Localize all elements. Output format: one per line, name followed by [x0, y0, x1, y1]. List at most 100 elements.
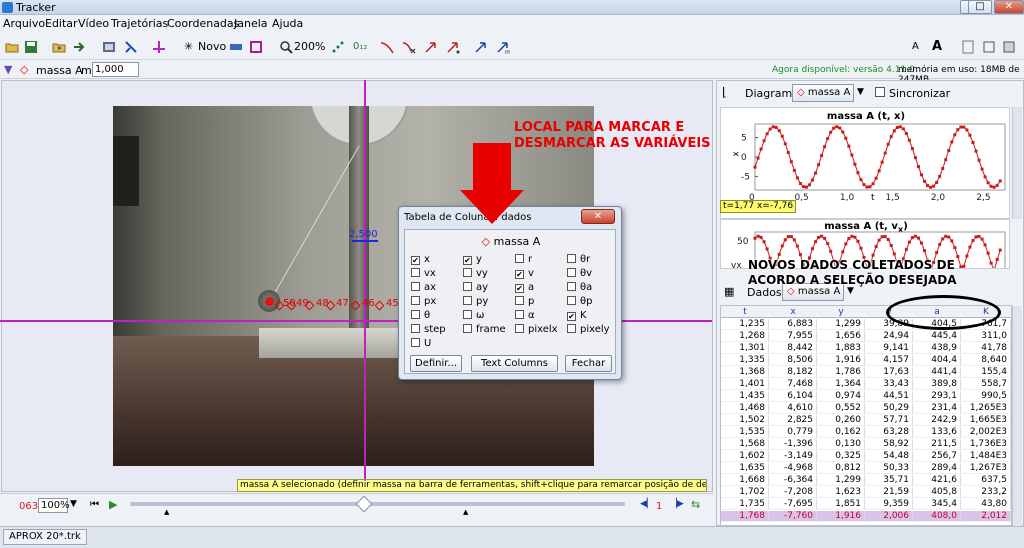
autotracker-icon[interactable]: [249, 40, 263, 54]
checkbox-pixelx[interactable]: pixelx: [515, 324, 558, 336]
table-cell[interactable]: 1,883: [817, 343, 865, 354]
table-cell[interactable]: 1,916: [817, 511, 865, 522]
table-cell[interactable]: 1,368: [721, 367, 769, 378]
table-cell[interactable]: -6,364: [769, 475, 817, 486]
table-cell[interactable]: 441,4: [913, 367, 961, 378]
table-row[interactable]: 1,668 -6,364 1,299 35,71 421,6 637,5: [721, 475, 1011, 486]
table-cell[interactable]: -3,149: [769, 451, 817, 462]
check-icon[interactable]: ✔: [515, 270, 524, 279]
table-cell[interactable]: 558,7: [961, 379, 1011, 390]
table-row[interactable]: 1,335 8,506 1,916 4,157 404,4 8,640: [721, 355, 1011, 366]
path-icon[interactable]: [380, 40, 394, 54]
table-cell[interactable]: 1,656: [817, 331, 865, 342]
sync-label[interactable]: Sincronizar: [889, 87, 950, 100]
checkbox-vx[interactable]: vx: [411, 268, 436, 280]
refresh-icon[interactable]: [982, 40, 996, 54]
column-header[interactable]: x: [769, 306, 817, 318]
table-cell[interactable]: 24,94: [865, 331, 913, 342]
maximize-button[interactable]: □: [968, 0, 992, 14]
table-cell[interactable]: 8,182: [769, 367, 817, 378]
calibration-tools-icon[interactable]: [124, 40, 138, 54]
table-cell[interactable]: 1,535: [721, 427, 769, 438]
checkbox-pixely[interactable]: pixely: [567, 324, 610, 336]
table-cell[interactable]: 50,33: [865, 463, 913, 474]
table-cell[interactable]: 4,610: [769, 403, 817, 414]
velocity-vector-icon[interactable]: [424, 40, 438, 54]
table-cell[interactable]: 1,301: [721, 343, 769, 354]
step-labels-icon[interactable]: 0₁₂: [353, 38, 367, 56]
table-cell[interactable]: 7,468: [769, 379, 817, 390]
table-cell[interactable]: 8,640: [961, 355, 1011, 366]
y-axis[interactable]: [364, 80, 366, 492]
menu-trajetorias[interactable]: Trajetórias: [111, 17, 168, 30]
table-cell[interactable]: 438,9: [913, 343, 961, 354]
checkbox-omega[interactable]: ω: [463, 310, 484, 322]
checkbox-ay[interactable]: ay: [463, 282, 488, 294]
acceleration-vector-icon[interactable]: [446, 40, 460, 54]
table-cell[interactable]: 1,299: [817, 319, 865, 330]
table-cell[interactable]: 345,4: [913, 499, 961, 510]
table-cell[interactable]: 1,768: [721, 511, 769, 522]
vector-sum-icon[interactable]: [474, 40, 488, 54]
table-cell[interactable]: -4,968: [769, 463, 817, 474]
table-cell[interactable]: 133,6: [913, 427, 961, 438]
table-row[interactable]: 1,268 7,955 1,656 24,94 445,4 311,0: [721, 331, 1011, 342]
notes-icon[interactable]: [961, 40, 975, 54]
table-row[interactable]: 1,502 2,825 0,260 57,71 242,9 1,665E3: [721, 415, 1011, 426]
table-cell[interactable]: 50,29: [865, 403, 913, 414]
table-cell[interactable]: 1,568: [721, 439, 769, 450]
table-cell[interactable]: 1,502: [721, 415, 769, 426]
end-marker-icon[interactable]: ▲: [463, 508, 468, 516]
frame-counter[interactable]: 063: [19, 501, 38, 512]
step-forward-icon[interactable]: ▕▶: [670, 499, 684, 509]
table-cell[interactable]: 1,635: [721, 463, 769, 474]
table-row[interactable]: 1,735 -7,695 1,851 9,359 345,4 43,80: [721, 499, 1011, 510]
check-icon[interactable]: ✔: [411, 256, 420, 265]
track-menu-dropdown-icon[interactable]: ▼: [4, 63, 12, 76]
open-video-icon[interactable]: [52, 40, 66, 54]
close-window-button[interactable]: ✕: [994, 0, 1024, 14]
check-icon[interactable]: ✔: [515, 284, 524, 293]
checkbox-y[interactable]: ✔ y: [463, 254, 482, 266]
table-cell[interactable]: 389,8: [913, 379, 961, 390]
table-cell[interactable]: 421,6: [913, 475, 961, 486]
checkbox-theta-r[interactable]: θr: [567, 254, 590, 266]
checkbox-theta[interactable]: θ: [411, 310, 430, 322]
current-position-marker[interactable]: [265, 297, 274, 306]
plot-track-selector[interactable]: ◇ massa A: [792, 84, 854, 102]
table-cell[interactable]: 41,78: [961, 343, 1011, 354]
table-cell[interactable]: 0,779: [769, 427, 817, 438]
table-row[interactable]: 1,702 -7,208 1,623 21,59 405,8 233,2: [721, 487, 1011, 498]
table-row[interactable]: 1,635 -4,968 0,812 50,33 289,4 1,267E3: [721, 463, 1011, 474]
dialog-close-icon[interactable]: ✕: [581, 209, 615, 224]
menu-ajuda[interactable]: Ajuda: [272, 17, 303, 30]
sync-checkbox[interactable]: [875, 87, 885, 97]
save-icon[interactable]: [24, 40, 38, 54]
table-cell[interactable]: 1,736E3: [961, 439, 1011, 450]
close-dialog-button[interactable]: Fechar: [565, 355, 612, 372]
track-name[interactable]: massa A: [36, 64, 83, 77]
table-cell[interactable]: -1,396: [769, 439, 817, 450]
calibration-value[interactable]: 2,500: [349, 229, 378, 240]
table-cell[interactable]: 1,401: [721, 379, 769, 390]
table-cell[interactable]: 1,268: [721, 331, 769, 342]
checkbox-frame[interactable]: frame: [463, 324, 506, 336]
zoom-dropdown-icon[interactable]: ▼: [70, 499, 77, 509]
position-marker-icon[interactable]: [402, 40, 416, 54]
table-cell[interactable]: 1,735: [721, 499, 769, 510]
track-control-icon[interactable]: [229, 40, 243, 54]
timeline-slider[interactable]: [130, 502, 625, 506]
font-smaller-button[interactable]: A: [912, 38, 919, 56]
trace-dots-icon[interactable]: [331, 40, 345, 54]
table-row[interactable]: 1,568 -1,396 0,130 58,92 211,5 1,736E3: [721, 439, 1011, 450]
step-size[interactable]: 1: [656, 501, 662, 512]
data-table[interactable]: txyvaK 1,235 6,883 1,299 39,89 404,5 761,7 1,2…: [720, 305, 1012, 526]
table-cell[interactable]: 1,702: [721, 487, 769, 498]
table-cell[interactable]: 1,623: [817, 487, 865, 498]
define-button[interactable]: Definir...: [410, 355, 462, 372]
table-row[interactable]: 1,602 -3,149 0,325 54,48 256,7 1,484E3: [721, 451, 1011, 462]
table-cell[interactable]: 1,335: [721, 355, 769, 366]
go-to-start-icon[interactable]: ⏮: [90, 499, 99, 510]
table-cell[interactable]: 1,668: [721, 475, 769, 486]
mass-field[interactable]: 1,000: [92, 62, 139, 77]
